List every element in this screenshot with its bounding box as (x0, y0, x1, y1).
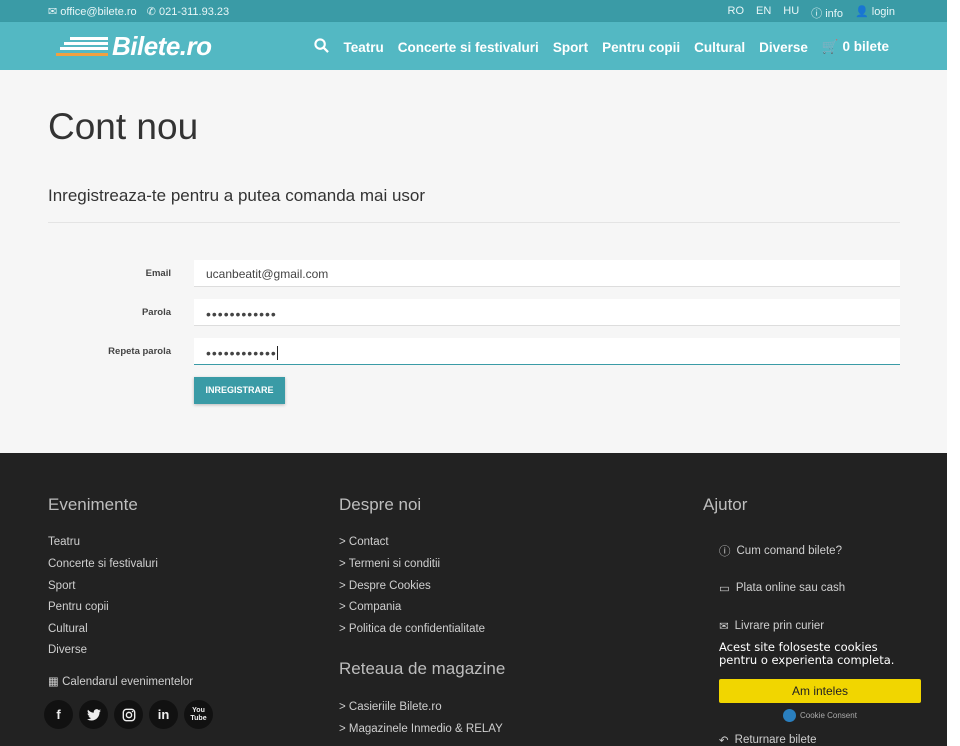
footer-link-cultural[interactable]: Cultural (48, 623, 88, 635)
phone-contact: ✆ 021-311.93.23 (146, 6, 230, 18)
page-title: Cont nou (48, 106, 199, 147)
cookie-consent-logo-icon (783, 709, 796, 722)
footer-link-sport[interactable]: Sport (48, 580, 76, 592)
cookie-accept-button[interactable]: Am inteles (719, 679, 921, 703)
register-section: Cont nou Inregistreaza-te pentru a putea… (0, 70, 947, 453)
email-field[interactable]: ucanbeatit@gmail.com (194, 260, 900, 287)
user-icon: 👤 (854, 6, 869, 18)
credit-card-icon: ▭ (719, 583, 730, 595)
info-icon: ⓘ (811, 8, 823, 20)
cookie-message: Acest site foloseste cookies pentru o ex… (719, 640, 895, 667)
login-link[interactable]: 👤 login (855, 5, 895, 21)
footer-link-termeni[interactable]: > Termeni si conditii (339, 558, 440, 570)
repeat-password-row: Repeta parola •••••••••••• (48, 338, 900, 365)
question-icon: ⓘ (719, 546, 731, 558)
youtube-icon[interactable]: You Tube (184, 700, 213, 729)
navbar: Bilete.ro Teatru Concerte si festivaluri… (0, 22, 947, 70)
email-row: Email ucanbeatit@gmail.com (48, 260, 900, 287)
footer-link-calendar[interactable]: ▦ Calendarul evenimentelor (48, 674, 193, 688)
lang-ro[interactable]: RO (728, 5, 745, 21)
nav-item-concerte[interactable]: Concerte si festivaluri (398, 40, 539, 55)
footer-link-teatru[interactable]: Teatru (48, 536, 80, 548)
lang-en[interactable]: EN (756, 5, 771, 21)
cookie-banner: Acest site foloseste cookies pentru o ex… (711, 639, 927, 726)
instagram-icon[interactable] (114, 700, 143, 729)
password-field[interactable]: •••••••••••• (194, 299, 900, 326)
password-row: Parola •••••••••••• (48, 299, 900, 326)
divider (48, 222, 900, 223)
cart-icon: 🛒 (821, 39, 839, 54)
nav-item-cultural[interactable]: Cultural (694, 40, 745, 55)
logo-lines-icon (56, 35, 108, 57)
footer-link-politica[interactable]: > Politica de confidentialitate (339, 623, 485, 635)
logo[interactable]: Bilete.ro (56, 31, 212, 61)
footer-about-title: Despre noi (339, 495, 422, 514)
footer-link-concerte[interactable]: Concerte si festivaluri (48, 558, 158, 570)
footer-network-title: Reteaua de magazine (339, 659, 506, 678)
help-item-livrare[interactable]: ✉ Livrare prin curier (719, 619, 824, 633)
envelope-icon: ✉ (719, 621, 729, 633)
footer-link-casierii[interactable]: > Casieriile Bilete.ro (339, 701, 442, 713)
email-contact[interactable]: ✉ office@bilete.ro (48, 5, 137, 18)
repeat-password-label: Repeta parola (108, 346, 171, 357)
password-label: Parola (141, 307, 171, 318)
lang-hu[interactable]: HU (783, 5, 799, 21)
twitter-icon[interactable] (79, 700, 108, 729)
email-label: Email (145, 268, 171, 279)
footer-link-pentru-copii[interactable]: Pentru copii (48, 601, 109, 613)
footer-link-inmedio[interactable]: > Magazinele Inmedio & RELAY (339, 723, 503, 735)
help-item-plata[interactable]: ▭ Plata online sau cash (719, 581, 845, 595)
undo-icon: ↶ (719, 735, 729, 746)
page-subtitle: Inregistreaza-te pentru a putea comanda … (48, 186, 426, 205)
nav-item-sport[interactable]: Sport (553, 40, 588, 55)
nav-item-diverse[interactable]: Diverse (759, 40, 808, 55)
footer-link-compania[interactable]: > Compania (339, 601, 401, 613)
nav-item-pentru-copii[interactable]: Pentru copii (602, 40, 680, 55)
footer-events-title: Evenimente (48, 495, 138, 514)
info-link[interactable]: ⓘ info (811, 5, 843, 21)
text-caret (276, 346, 278, 360)
help-item-returnare[interactable]: ↶ Returnare bilete (719, 733, 816, 746)
register-button[interactable]: INREGISTRARE (194, 377, 285, 404)
facebook-icon[interactable]: f (44, 700, 73, 729)
nav-item-teatru[interactable]: Teatru (343, 40, 383, 55)
footer-help-title: Ajutor (703, 495, 748, 514)
top-bar: ✉ office@bilete.ro ✆ 021-311.93.23 RO EN… (0, 0, 947, 22)
footer-link-diverse[interactable]: Diverse (48, 644, 87, 656)
scrollbar[interactable] (947, 0, 960, 746)
main-nav: Teatru Concerte si festivaluri Sport Pen… (314, 38, 889, 56)
logo-text: Bilete.ro (112, 30, 212, 61)
cart-link[interactable]: 🛒 0 bilete (822, 39, 889, 55)
cookie-consent-brand[interactable]: Cookie Consent (783, 709, 857, 722)
repeat-password-field[interactable]: •••••••••••• (194, 338, 900, 365)
help-item-cum-comand[interactable]: ⓘ Cum comand bilete? (719, 543, 842, 559)
footer-link-contact[interactable]: > Contact (339, 536, 389, 548)
footer-link-cookies[interactable]: > Despre Cookies (339, 580, 431, 592)
social-links: f in You Tube (44, 700, 213, 729)
calendar-icon: ▦ (48, 676, 59, 688)
linkedin-icon[interactable]: in (149, 700, 178, 729)
search-icon[interactable] (314, 38, 330, 56)
